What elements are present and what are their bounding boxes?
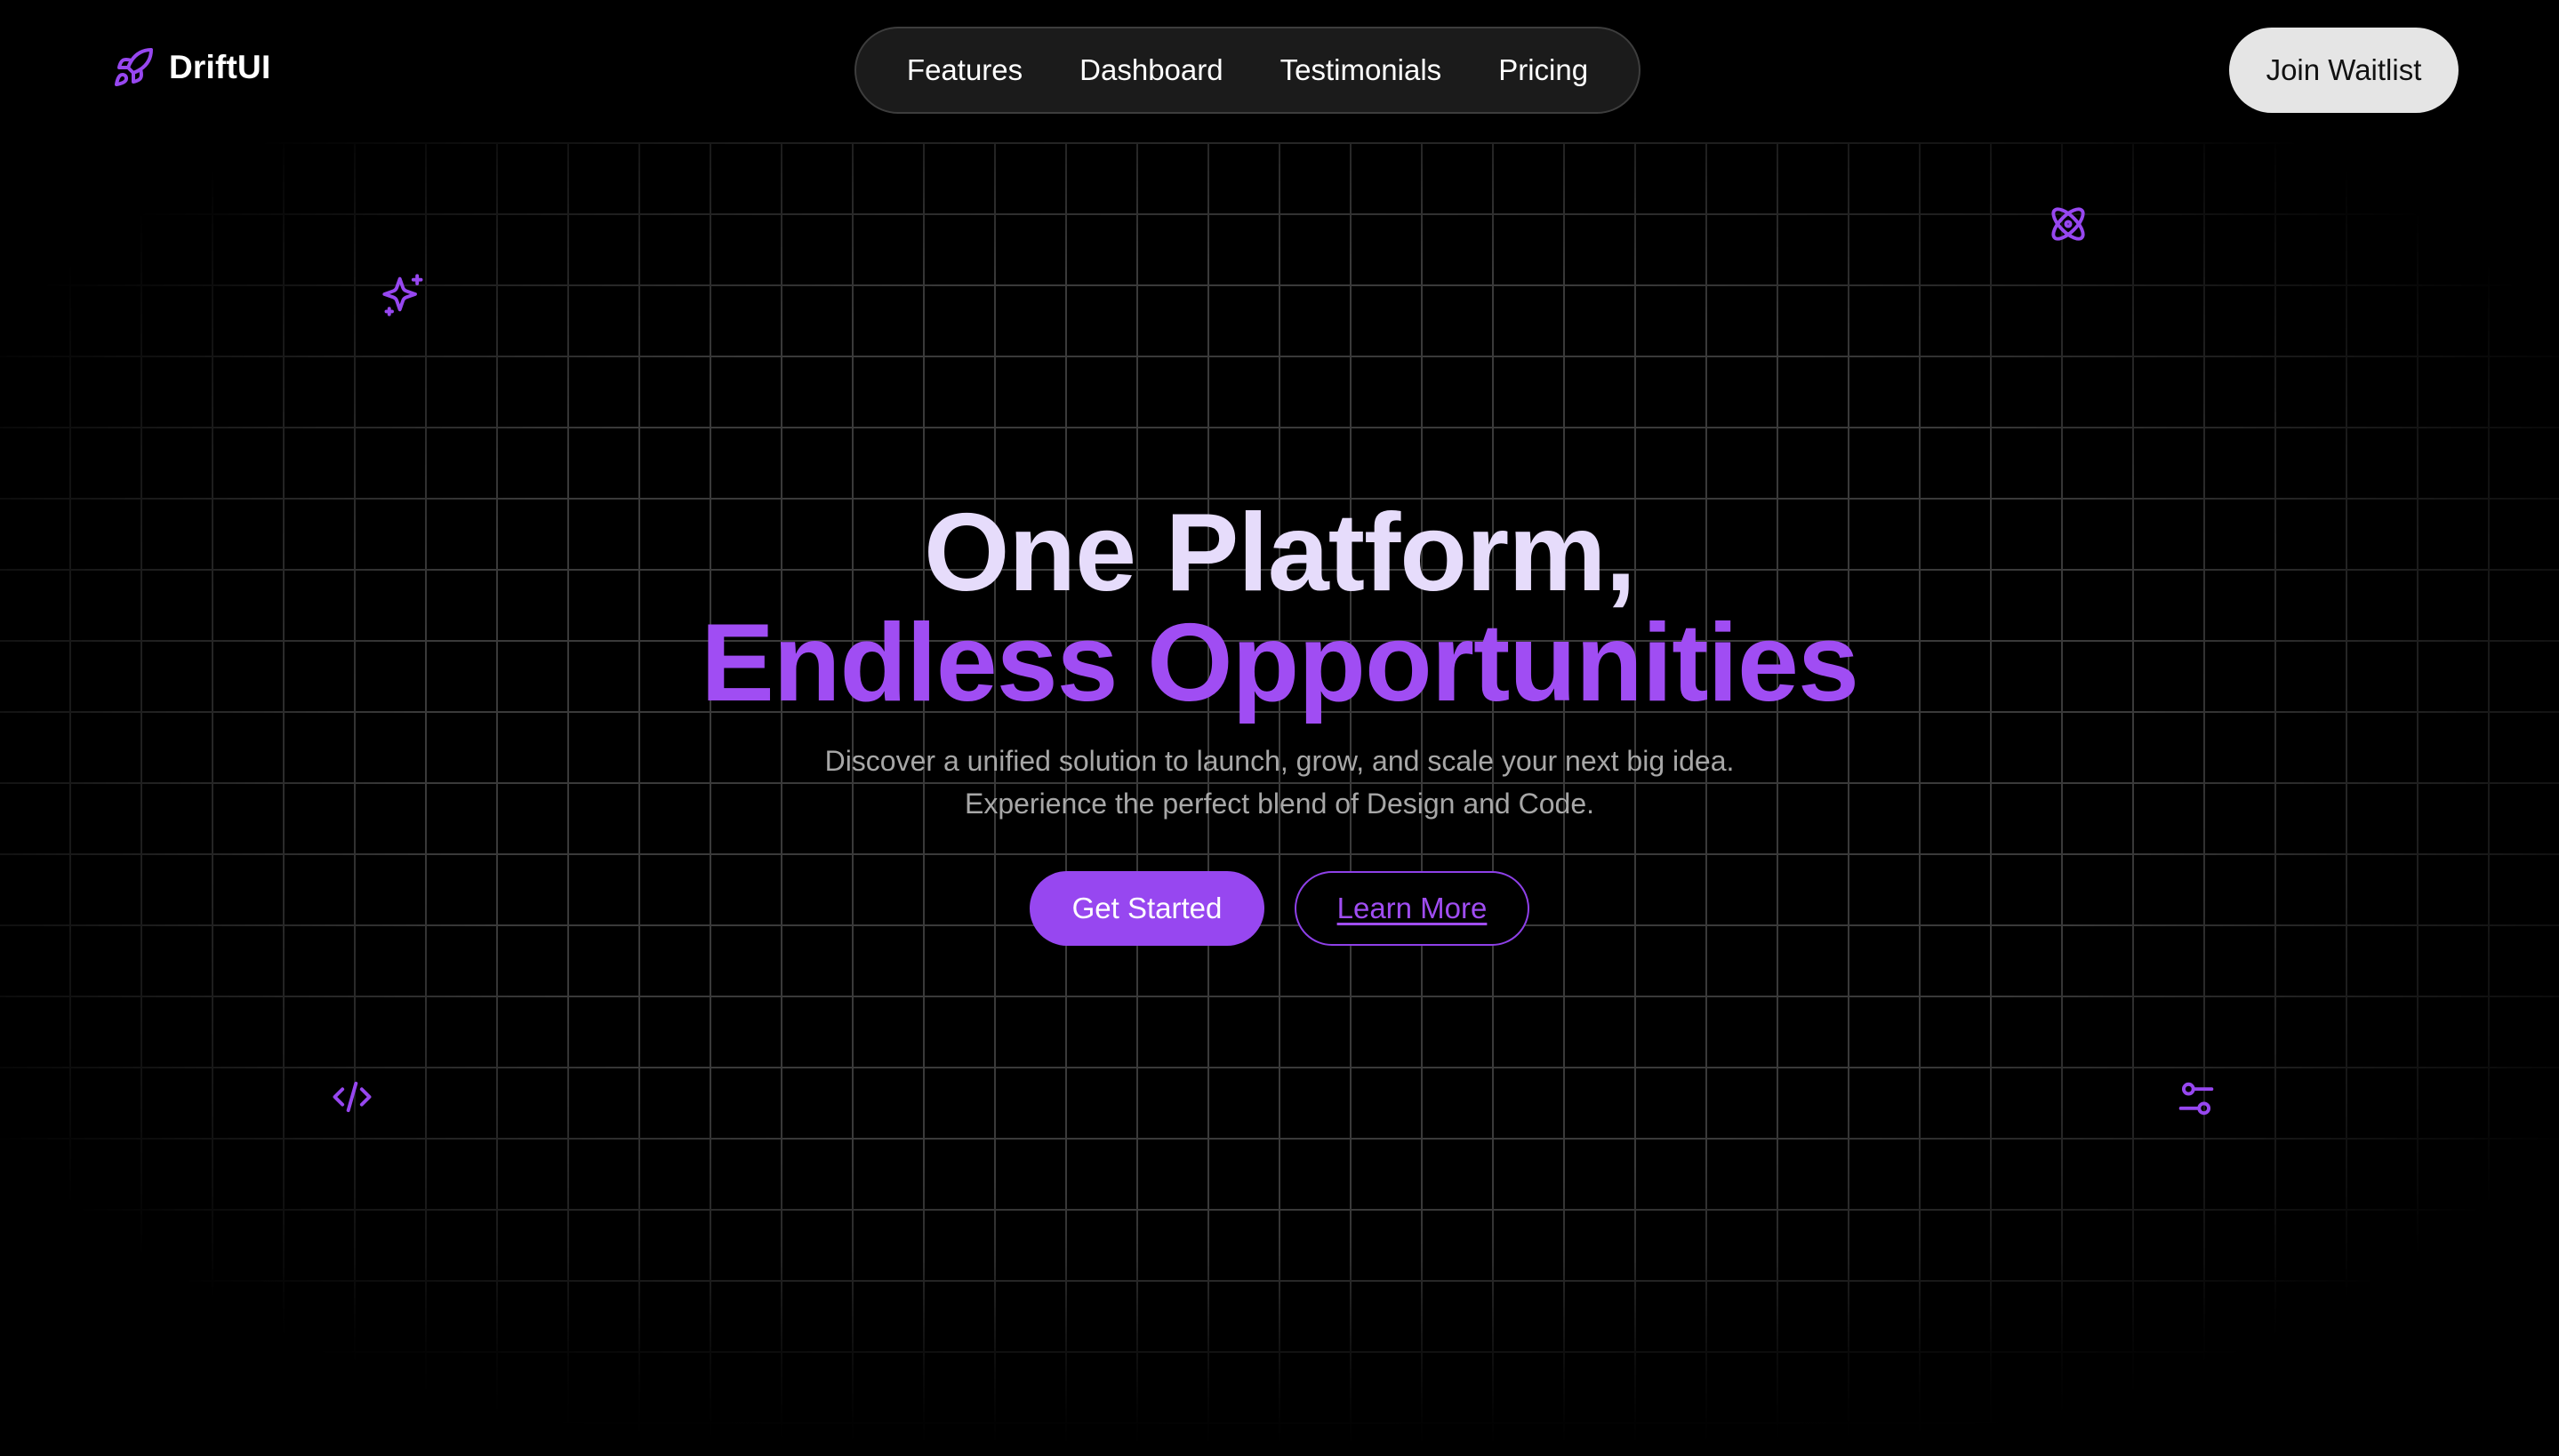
hero-section: One Platform, Endless Opportunities Disc… [0,498,2559,946]
brand-name: DriftUI [169,49,271,85]
hero-subtitle-line2: Experience the perfect blend of Design a… [964,788,1594,820]
atom-icon [2045,201,2091,247]
nav-link-features[interactable]: Features [907,53,1023,87]
landing-page: DriftUI Features Dashboard Testimonials … [0,0,2559,1456]
nav-link-testimonials[interactable]: Testimonials [1280,53,1442,87]
join-waitlist-button[interactable]: Join Waitlist [2229,28,2459,113]
hero-cta-row: Get Started Learn More [0,871,2559,946]
nav-link-dashboard[interactable]: Dashboard [1079,53,1223,87]
get-started-button[interactable]: Get Started [1030,871,1264,946]
sparkles-icon [381,272,427,318]
grid-fade [0,1260,2559,1456]
hero-title-line2: Endless Opportunities [701,602,1859,724]
hero-title-line1: One Platform, [923,492,1636,614]
nav-link-pricing[interactable]: Pricing [1498,53,1588,87]
settings-sliders-icon [2173,1076,2219,1122]
rocket-icon [112,46,155,89]
main-nav: Features Dashboard Testimonials Pricing [854,27,1640,114]
brand-logo[interactable]: DriftUI [112,46,270,89]
hero-subtitle-line1: Discover a unified solution to launch, g… [824,745,1735,777]
hero-subtitle: Discover a unified solution to launch, g… [746,740,1813,825]
code-icon [329,1074,375,1120]
learn-more-button[interactable]: Learn More [1295,871,1529,946]
